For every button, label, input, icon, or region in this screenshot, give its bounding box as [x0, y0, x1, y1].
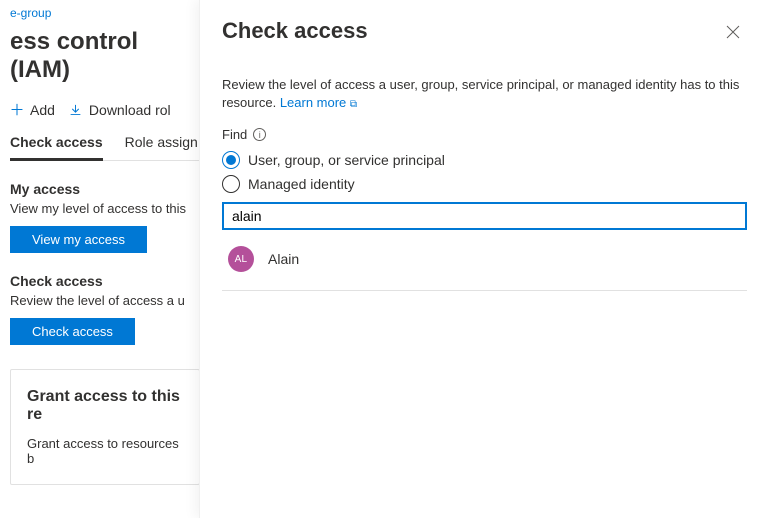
search-result-item[interactable]: AL Alain: [222, 230, 747, 290]
download-icon: [69, 103, 83, 117]
close-icon: [726, 25, 740, 39]
divider: [222, 290, 747, 291]
view-my-access-button[interactable]: View my access: [10, 226, 147, 253]
find-label-row: Find i: [222, 117, 747, 148]
breadcrumb-link[interactable]: e-group: [10, 0, 200, 24]
add-button[interactable]: ＋ Add: [10, 102, 55, 118]
my-access-desc: View my level of access to this: [10, 201, 200, 226]
result-name: Alain: [268, 251, 299, 267]
main-blade: e-group ess control (IAM) ＋ Add Download…: [0, 0, 200, 518]
radio-managed-identity[interactable]: Managed identity: [222, 172, 747, 196]
grant-access-title: Grant access to this re: [27, 388, 183, 436]
principal-search-input[interactable]: [222, 202, 747, 230]
download-button[interactable]: Download rol: [69, 102, 171, 118]
check-access-section: Check access Review the level of access …: [10, 253, 200, 345]
add-label: Add: [30, 102, 55, 118]
external-link-icon: ⧉: [350, 99, 357, 110]
tab-role-assignments[interactable]: Role assign: [125, 134, 198, 160]
close-button[interactable]: [719, 18, 747, 46]
radio-icon: [222, 175, 240, 193]
find-label: Find: [222, 127, 247, 142]
grant-access-card: Grant access to this re Grant access to …: [10, 369, 200, 485]
my-access-section: My access View my level of access to thi…: [10, 161, 200, 253]
info-icon[interactable]: i: [253, 128, 266, 141]
check-access-desc: Review the level of access a u: [10, 293, 200, 318]
avatar: AL: [228, 246, 254, 272]
download-label: Download rol: [89, 102, 171, 118]
radio-user-group-sp[interactable]: User, group, or service principal: [222, 148, 747, 172]
my-access-title: My access: [10, 181, 200, 201]
command-bar: ＋ Add Download rol: [10, 102, 200, 134]
tab-check-access[interactable]: Check access: [10, 134, 103, 161]
radio-user-label: User, group, or service principal: [248, 152, 445, 168]
page-title: ess control (IAM): [10, 24, 200, 102]
radio-mi-label: Managed identity: [248, 176, 355, 192]
tab-bar: Check access Role assign: [10, 134, 210, 161]
check-access-button[interactable]: Check access: [10, 318, 135, 345]
check-access-panel: Check access Review the level of access …: [199, 0, 769, 518]
learn-more-link[interactable]: Learn more ⧉: [280, 95, 357, 110]
grant-access-desc: Grant access to resources b: [27, 436, 183, 466]
panel-description: Review the level of access a user, group…: [222, 46, 747, 117]
panel-title: Check access: [222, 18, 368, 44]
plus-icon: ＋: [10, 103, 24, 117]
check-access-title: Check access: [10, 273, 200, 293]
radio-icon: [222, 151, 240, 169]
